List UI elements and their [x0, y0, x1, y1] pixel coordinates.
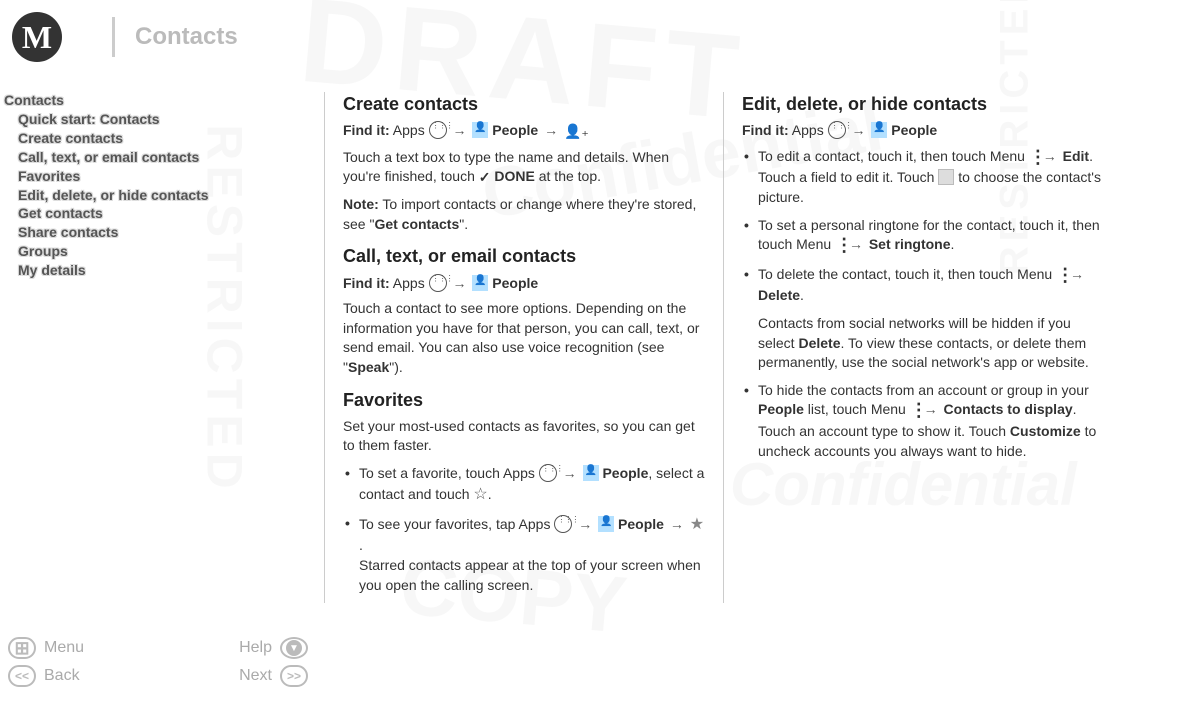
nav-label: Menu: [44, 639, 84, 657]
text: People: [492, 122, 538, 138]
text: People: [492, 275, 538, 291]
nav-label: Help: [239, 639, 272, 657]
toc-item[interactable]: Groups: [18, 242, 304, 261]
toc-item[interactable]: Get contacts: [18, 204, 304, 223]
apps-icon: [554, 515, 572, 533]
nav-label: Back: [44, 667, 80, 685]
menu-icon: [835, 237, 843, 257]
star-outline-icon: [473, 484, 487, 506]
list-item: To delete the contact, touch it, then to…: [742, 265, 1106, 373]
toc-item[interactable]: Favorites: [18, 167, 304, 186]
find-it-line: Find it: Apps → People →: [343, 121, 705, 141]
star-icon: [690, 514, 704, 536]
menu-icon: [1056, 267, 1064, 287]
text: Apps: [393, 275, 425, 291]
arrow-icon: →: [576, 516, 594, 532]
apps-icon: [429, 274, 447, 292]
check-icon: [479, 168, 491, 188]
next-icon: >>: [280, 665, 308, 687]
findit-label: Find it:: [343, 122, 390, 138]
paragraph: Touch a contact to see more options. Dep…: [343, 299, 705, 377]
section-heading: Create contacts: [343, 92, 705, 117]
content-column-1: Create contacts Find it: Apps → People →…: [324, 92, 724, 603]
arrow-icon: →: [847, 236, 865, 252]
paragraph: Set your most-used contacts as favorites…: [343, 417, 705, 456]
arrow-icon: →: [450, 122, 468, 138]
back-icon: <<: [8, 665, 36, 687]
nav-label: Next: [239, 667, 272, 685]
people-icon: [598, 516, 614, 532]
list-item: To set a personal ringtone for the conta…: [742, 216, 1106, 257]
list-item: To edit a contact, touch it, then touch …: [742, 147, 1106, 208]
page-title: Contacts: [135, 23, 238, 51]
people-icon: [472, 122, 488, 138]
section-heading: Favorites: [343, 388, 705, 413]
arrow-icon: →: [1068, 266, 1086, 282]
toc-item[interactable]: My details: [18, 261, 304, 280]
arrow-icon: →: [849, 122, 867, 138]
help-button[interactable]: Help: [239, 637, 308, 659]
list-item: To set a favorite, touch Apps → People, …: [343, 464, 705, 506]
findit-label: Find it:: [742, 122, 789, 138]
arrow-icon: →: [668, 516, 686, 532]
photo-placeholder-icon: [938, 169, 954, 185]
next-button[interactable]: >> Next: [239, 665, 308, 687]
menu-icon: [910, 402, 918, 422]
people-icon: [583, 465, 599, 481]
divider: [112, 17, 115, 57]
arrow-icon: →: [922, 401, 940, 417]
back-button[interactable]: << Back: [8, 665, 80, 687]
apps-icon: [828, 121, 846, 139]
people-icon: [871, 122, 887, 138]
people-icon: [472, 275, 488, 291]
toc-sidebar: Contacts Quick start: Contacts Create co…: [4, 92, 324, 603]
motorola-logo-icon: M: [12, 12, 62, 62]
findit-label: Find it:: [343, 275, 390, 291]
menu-icon: [1029, 149, 1037, 169]
arrow-icon: →: [1041, 148, 1059, 164]
toc-item[interactable]: Create contacts: [18, 129, 304, 148]
toc-item[interactable]: Quick start: Contacts: [18, 110, 304, 129]
paragraph: Contacts from social networks will be hi…: [758, 314, 1106, 373]
bottom-nav: Menu Help << Back >> Next: [8, 637, 308, 693]
find-it-line: Find it: Apps → People: [742, 121, 1106, 141]
menu-grid-icon: [8, 637, 36, 659]
toc-root[interactable]: Contacts: [4, 92, 304, 108]
find-it-line: Find it: Apps → People: [343, 274, 705, 294]
text: Starred contacts appear at the top of yo…: [359, 556, 705, 595]
paragraph: Note: To import contacts or change where…: [343, 195, 705, 234]
apps-icon: [429, 121, 447, 139]
toc-item[interactable]: Edit, delete, or hide contacts: [18, 186, 304, 205]
toc-item[interactable]: Call, text, or email contacts: [18, 148, 304, 167]
arrow-icon: →: [450, 275, 468, 291]
apps-icon: [539, 464, 557, 482]
text: Apps: [393, 122, 425, 138]
content-column-2: Edit, delete, or hide contacts Find it: …: [724, 92, 1124, 603]
paragraph: Touch a text box to type the name and de…: [343, 148, 705, 188]
section-heading: Call, text, or email contacts: [343, 244, 705, 269]
text: Apps: [792, 122, 824, 138]
arrow-icon: →: [561, 465, 579, 481]
menu-button[interactable]: Menu: [8, 637, 84, 659]
list-item: To hide the contacts from an account or …: [742, 381, 1106, 461]
arrow-icon: →: [542, 122, 560, 138]
toc-item[interactable]: Share contacts: [18, 223, 304, 242]
help-down-icon: [280, 637, 308, 659]
add-person-icon: [564, 121, 589, 141]
section-heading: Edit, delete, or hide contacts: [742, 92, 1106, 117]
list-item: To see your favorites, tap Apps → People…: [343, 514, 705, 595]
text: People: [891, 122, 937, 138]
